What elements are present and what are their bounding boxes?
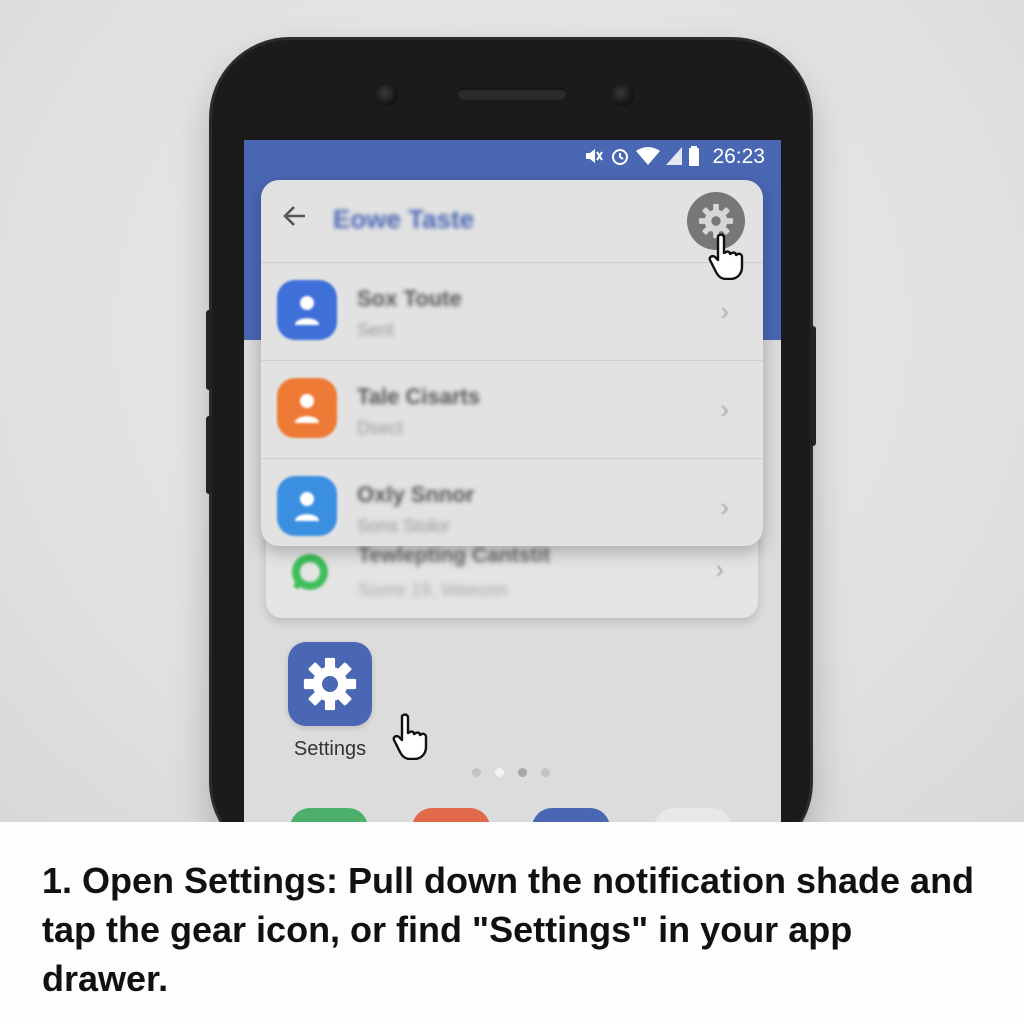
front-sensor [376,84,398,106]
page-indicator [472,768,550,777]
row-subtitle: Sent [357,320,395,340]
row-subtitle: Sons Stolor [357,516,451,536]
wifi-icon [636,146,661,168]
hand-pointer-icon [708,233,744,280]
notification-row[interactable]: Sox Toute Sent › [261,262,763,361]
contact-icon [277,280,337,340]
signal-icon [666,146,683,168]
instruction-caption: 1. Open Settings: Pull down the notifica… [42,860,975,999]
mute-icon [584,147,604,168]
row-title: Sox Toute [357,286,462,311]
notification-row[interactable]: Tale Cisarts Dsect › [261,360,763,459]
notification-title: Tewlepting Cantstit [358,544,551,567]
status-time: 26:23 [712,145,765,168]
settings-app-label[interactable]: Settings [284,738,376,761]
page-dot-active[interactable] [495,768,504,777]
contact-icon [277,476,337,536]
phone-screen: 26:23 Tewlepting Cantstit Soore 19, Weeo… [244,140,781,822]
alarm-icon [610,146,630,169]
dock-app-messages[interactable] [412,808,490,822]
hand-pointer-icon [392,713,428,760]
gear-icon [303,657,357,711]
front-camera [612,84,634,106]
instruction-panel: 1. Open Settings: Pull down the notifica… [0,822,1024,1024]
row-subtitle: Dsect [357,418,404,438]
page-dot[interactable] [518,768,527,777]
dock-app-contacts[interactable] [654,808,732,822]
chevron-right-icon: › [720,492,729,522]
notification-subtitle: Soore 19, Weeonn [358,580,508,600]
power-button [206,310,212,390]
chevron-right-icon: › [715,554,724,584]
notification-row[interactable]: Oxly Snnor Sons Stolor › [261,458,763,546]
dock-app-browser[interactable] [532,808,610,822]
earpiece-speaker [457,88,567,100]
chevron-right-icon: › [720,296,729,326]
page-dot[interactable] [472,768,481,777]
whatsapp-icon [292,554,328,590]
dock-app-phone[interactable] [290,808,368,822]
notification-panel-header: Eowe Taste [261,180,763,263]
chevron-right-icon: › [720,394,729,424]
panel-title: Eowe Taste [333,204,475,234]
battery-icon [688,145,700,169]
side-key [810,326,816,446]
row-title: Oxly Snnor [357,482,475,507]
settings-app-icon[interactable] [288,642,372,726]
page-dot[interactable] [541,768,550,777]
row-title: Tale Cisarts [357,384,481,409]
status-bar: 26:23 [244,140,781,174]
back-arrow-icon[interactable] [281,202,309,230]
volume-button [206,416,212,494]
notification-panel: Eowe Taste Sox Toute Sent › Tale Cisarts… [261,180,763,546]
contact-icon [277,378,337,438]
